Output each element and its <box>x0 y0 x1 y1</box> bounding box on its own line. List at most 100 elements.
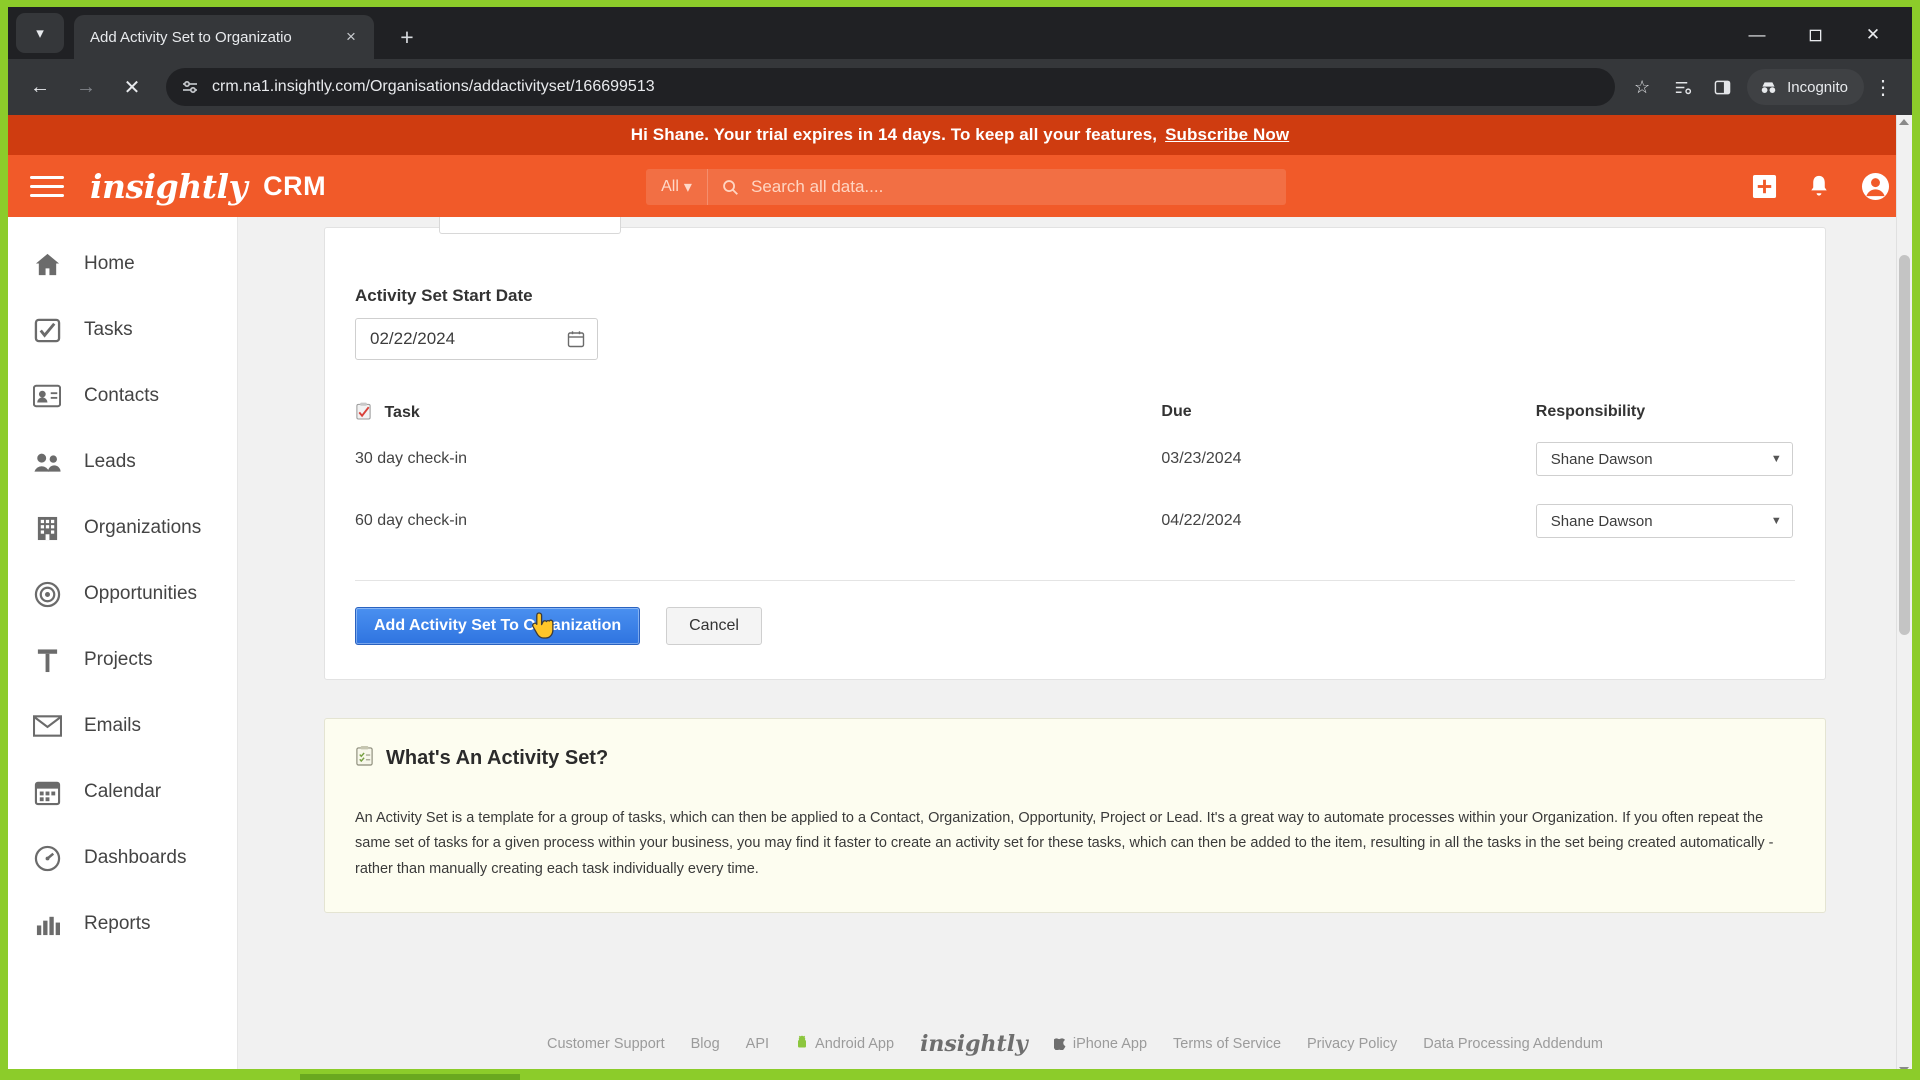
scroll-up-icon[interactable] <box>1899 119 1909 125</box>
plus-square-glyph <box>1752 174 1777 198</box>
reports-icon <box>32 909 62 939</box>
dashboards-icon <box>32 843 62 873</box>
sidebar-item-calendar[interactable]: Calendar <box>8 759 237 825</box>
table-row: 60 day check-in 04/22/2024 Shane Dawson … <box>355 490 1795 552</box>
sidebar-label: Contacts <box>84 385 159 406</box>
reading-list-icon[interactable] <box>1663 68 1701 106</box>
tab-strip: ▾ Add Activity Set to Organizatio × + — … <box>8 7 1912 59</box>
screen: ▾ Add Activity Set to Organizatio × + — … <box>0 0 1920 1080</box>
sidebar-label: Home <box>84 253 135 274</box>
partial-field-above[interactable] <box>439 217 621 234</box>
close-tab-icon[interactable]: × <box>338 24 364 50</box>
scrollbar-thumb[interactable] <box>1899 255 1910 635</box>
sidebar-item-leads[interactable]: Leads <box>8 429 237 495</box>
sidebar-label: Projects <box>84 649 153 670</box>
incognito-label: Incognito <box>1787 78 1848 96</box>
info-title: What's An Activity Set? <box>355 745 1795 772</box>
footer-link-privacy-policy[interactable]: Privacy Policy <box>1307 1036 1397 1052</box>
sidebar-item-reports[interactable]: Reports <box>8 891 237 957</box>
sidebar-label: Tasks <box>84 319 133 340</box>
subscribe-now-link[interactable]: Subscribe Now <box>1165 125 1289 145</box>
global-search[interactable]: All ▾ Search all data.... <box>646 169 1286 205</box>
sidebar-label: Reports <box>84 913 151 934</box>
android-icon <box>795 1035 809 1054</box>
search-placeholder: Search all data.... <box>751 177 884 196</box>
task-name: 30 day check-in <box>355 450 468 467</box>
tab-search-button[interactable]: ▾ <box>16 13 64 53</box>
add-new-icon[interactable] <box>1752 174 1777 199</box>
sidebar-item-tasks[interactable]: Tasks <box>8 297 237 363</box>
add-activity-set-button[interactable]: Add Activity Set To Organization <box>355 607 641 645</box>
search-scope-label: All <box>661 178 679 195</box>
browser-tab[interactable]: Add Activity Set to Organizatio × <box>74 15 374 59</box>
task-due-date: 03/23/2024 <box>1161 450 1242 467</box>
info-clipboard-icon <box>355 745 374 772</box>
sidebar-item-home[interactable]: Home <box>8 231 237 297</box>
close-window-icon[interactable]: ✕ <box>1844 15 1902 55</box>
responsibility-select[interactable]: Shane Dawson ▼ <box>1535 442 1793 476</box>
footer-link-iphone-label: iPhone App <box>1072 1036 1148 1052</box>
footer-insightly-logo[interactable]: insightly <box>920 1031 1028 1057</box>
calendar-icon <box>32 777 62 807</box>
search-input[interactable]: Search all data.... <box>708 177 1286 197</box>
bookmark-star-icon[interactable]: ☆ <box>1623 68 1661 106</box>
emails-icon <box>32 711 62 741</box>
tasks-table-body: 30 day check-in 03/23/2024 Shane Dawson … <box>355 428 1795 552</box>
minimize-icon[interactable]: — <box>1728 15 1786 55</box>
footer-link-data-processing-addendum[interactable]: Data Processing Addendum <box>1423 1036 1603 1052</box>
home-icon <box>32 249 62 279</box>
cancel-button[interactable]: Cancel <box>666 607 762 645</box>
info-body-text: An Activity Set is a template for a grou… <box>355 810 1774 877</box>
column-header-task-label: Task <box>384 404 420 421</box>
side-panel-glyph <box>1714 80 1730 94</box>
insightly-logo[interactable]: insightly <box>90 167 248 206</box>
sidebar-label: Dashboards <box>84 847 187 868</box>
sidebar-item-projects[interactable]: Projects <box>8 627 237 693</box>
maximize-icon[interactable] <box>1786 15 1844 55</box>
browser-menu-icon[interactable]: ⋮ <box>1866 68 1900 106</box>
hamburger-menu-icon[interactable] <box>30 175 64 197</box>
tab-title: Add Activity Set to Organizatio <box>90 28 292 46</box>
bell-glyph <box>1811 175 1827 196</box>
projects-icon <box>32 645 62 675</box>
new-tab-icon[interactable]: + <box>393 23 421 51</box>
maximize-glyph <box>1809 29 1821 41</box>
sidebar-item-dashboards[interactable]: Dashboards <box>8 825 237 891</box>
tasks-table-head: Task Due Responsibility <box>355 402 1795 428</box>
body: Home Tasks Contacts Leads Organizations … <box>8 217 1912 1069</box>
address-bar[interactable]: crm.na1.insightly.com/Organisations/adda… <box>166 68 1616 106</box>
footer-link-android-app[interactable]: Android App <box>795 1035 894 1054</box>
footer-link-blog[interactable]: Blog <box>691 1036 720 1052</box>
footer-link-api[interactable]: API <box>746 1036 769 1052</box>
notifications-icon[interactable] <box>1807 174 1831 199</box>
responsibility-cell: Shane Dawson ▼ <box>1535 490 1795 552</box>
url-text: crm.na1.insightly.com/Organisations/adda… <box>212 78 655 95</box>
side-panel-icon[interactable] <box>1703 68 1741 106</box>
forward-icon[interactable]: → <box>66 67 106 107</box>
task-clipboard-icon <box>355 402 372 420</box>
footer-link-customer-support[interactable]: Customer Support <box>547 1036 665 1052</box>
calendar-picker-icon[interactable] <box>567 330 585 348</box>
start-date-input[interactable]: 02/22/2024 <box>355 318 598 360</box>
responsibility-select[interactable]: Shane Dawson ▼ <box>1535 504 1793 538</box>
search-scope-selector[interactable]: All ▾ <box>646 169 708 205</box>
column-header-task: Task <box>355 402 1161 428</box>
user-avatar-icon[interactable] <box>1861 172 1890 201</box>
site-settings-icon[interactable] <box>178 75 202 99</box>
opportunities-icon <box>32 579 62 609</box>
sidebar-item-contacts[interactable]: Contacts <box>8 363 237 429</box>
sidebar-label: Organizations <box>84 517 202 538</box>
sidebar-item-emails[interactable]: Emails <box>8 693 237 759</box>
form-top-cutoff <box>355 217 1795 250</box>
scroll-down-icon[interactable] <box>1899 1067 1909 1069</box>
back-icon[interactable]: ← <box>20 67 60 107</box>
sidebar-item-opportunities[interactable]: Opportunities <box>8 561 237 627</box>
page-footer: Customer Support Blog API Android App in… <box>238 1011 1912 1069</box>
page-scrollbar[interactable] <box>1896 115 1912 1069</box>
browser-window: ▾ Add Activity Set to Organizatio × + — … <box>8 7 1912 1069</box>
stop-loading-icon[interactable]: ✕ <box>112 67 152 107</box>
incognito-indicator[interactable]: Incognito <box>1747 69 1864 105</box>
sidebar-item-organizations[interactable]: Organizations <box>8 495 237 561</box>
footer-link-terms-of-service[interactable]: Terms of Service <box>1173 1036 1281 1052</box>
footer-link-iphone-app[interactable]: iPhone App <box>1052 1035 1148 1054</box>
